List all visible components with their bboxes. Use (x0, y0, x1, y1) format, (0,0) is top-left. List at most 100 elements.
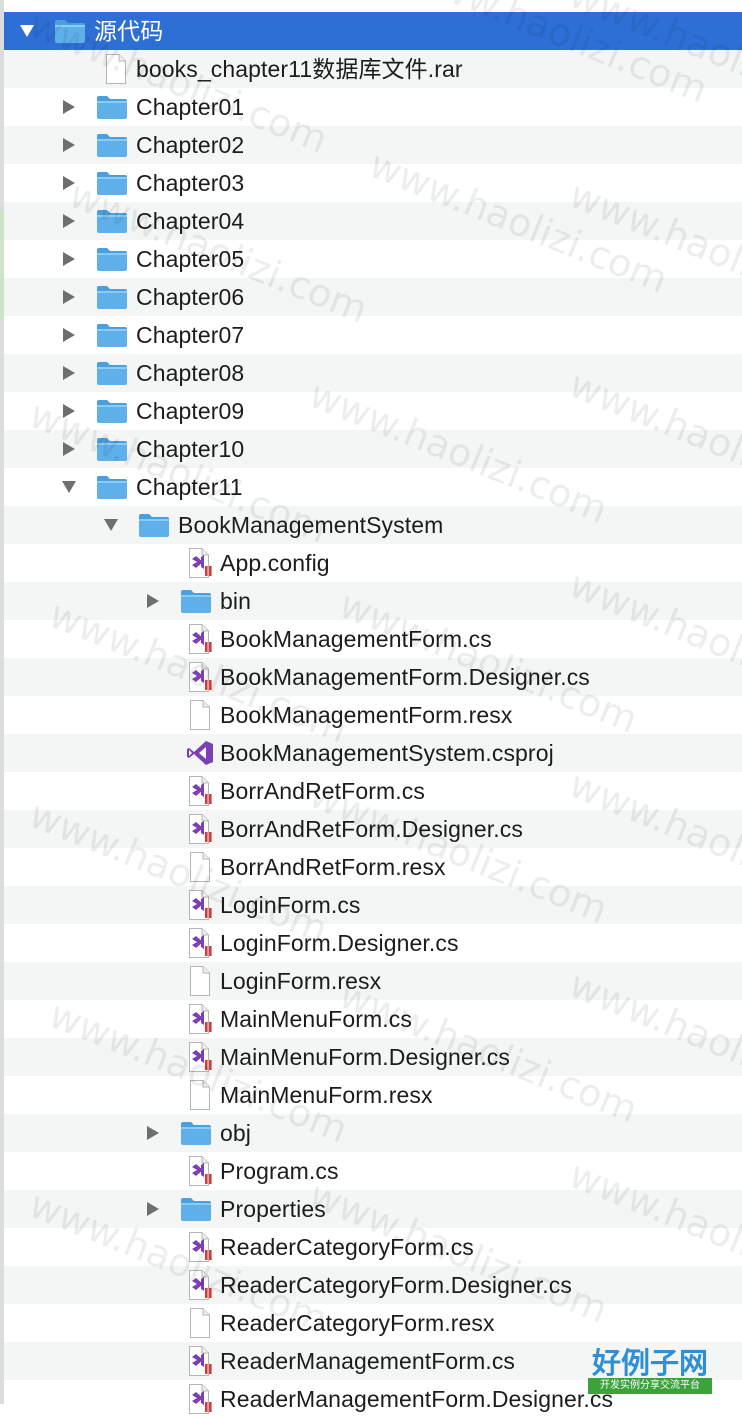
folder-icon (54, 16, 86, 46)
tree-root[interactable]: 源代码 (4, 12, 742, 50)
tree-item[interactable]: Chapter01 (4, 88, 742, 126)
tree-item[interactable]: obj (4, 1114, 742, 1152)
folder-icon (96, 396, 128, 426)
tree-item[interactable]: MainMenuForm.cs (4, 1000, 742, 1038)
folder-icon (180, 1194, 212, 1224)
disclosure-expanded-icon[interactable] (60, 478, 78, 496)
visual-studio-file-icon (184, 1042, 216, 1072)
tree-item[interactable]: BookManagementForm.cs (4, 620, 742, 658)
tree-item[interactable]: LoginForm.Designer.cs (4, 924, 742, 962)
tree-item-label: Chapter05 (136, 246, 245, 272)
tree-item[interactable]: Chapter10 (4, 430, 742, 468)
disclosure-collapsed-icon[interactable] (60, 440, 78, 458)
tree-item[interactable]: MainMenuForm.Designer.cs (4, 1038, 742, 1076)
tree-item[interactable]: Chapter09 (4, 392, 742, 430)
tree-item-label: LoginForm.Designer.cs (220, 930, 459, 956)
tree-item-label: ReaderCategoryForm.resx (220, 1310, 495, 1336)
tree-item[interactable]: Chapter08 (4, 354, 742, 392)
folder-icon (96, 320, 128, 350)
folder-icon (96, 434, 128, 464)
disclosure-collapsed-icon[interactable] (144, 1124, 162, 1142)
tree-item[interactable]: Chapter06 (4, 278, 742, 316)
disclosure-collapsed-icon[interactable] (60, 364, 78, 382)
tree-item[interactable]: ReaderCategoryForm.resx (4, 1304, 742, 1342)
tree-item-label: MainMenuForm.cs (220, 1006, 412, 1032)
visual-studio-file-icon (184, 928, 216, 958)
tree-item[interactable]: BookManagementSystem (4, 506, 742, 544)
tree-item-label: ReaderManagementForm.Designer.cs (220, 1386, 614, 1412)
tree-item-label: LoginForm.cs (220, 892, 361, 918)
disclosure-collapsed-icon[interactable] (60, 174, 78, 192)
tree-item-label: Chapter06 (136, 284, 245, 310)
tree-item-label: Properties (220, 1196, 326, 1222)
tree-item[interactable]: BorrAndRetForm.Designer.cs (4, 810, 742, 848)
logo-title: 好例子网 (591, 1346, 708, 1380)
site-logo: 好例子网 开发实例分享交流平台 (588, 1348, 712, 1394)
tree-item[interactable]: Chapter05 (4, 240, 742, 278)
tree-item-label: Chapter07 (136, 322, 245, 348)
tree-item-label: Program.cs (220, 1158, 339, 1184)
disclosure-expanded-icon[interactable] (102, 516, 120, 534)
disclosure-collapsed-icon[interactable] (60, 288, 78, 306)
tree-item-label: BorrAndRetForm.Designer.cs (220, 816, 523, 842)
disclosure-collapsed-icon[interactable] (60, 212, 78, 230)
disclosure-collapsed-icon[interactable] (144, 592, 162, 610)
tree-item[interactable]: App.config (4, 544, 742, 582)
tree-item-label: BorrAndRetForm.cs (220, 778, 425, 804)
disclosure-collapsed-icon[interactable] (60, 402, 78, 420)
tree-item[interactable]: BookManagementForm.Designer.cs (4, 658, 742, 696)
tree-item-label: BookManagementForm.resx (220, 702, 513, 728)
tree-item-label: Chapter03 (136, 170, 245, 196)
document-icon (184, 966, 216, 996)
folder-icon (180, 586, 212, 616)
tree-item[interactable]: Chapter11 (4, 468, 742, 506)
tree-item[interactable]: Program.cs (4, 1152, 742, 1190)
tree-item-label: BookManagementForm.cs (220, 626, 492, 652)
tree-item[interactable]: BookManagementSystem.csproj (4, 734, 742, 772)
visual-studio-file-icon (184, 776, 216, 806)
folder-icon (96, 130, 128, 160)
folder-icon (96, 168, 128, 198)
tree-item[interactable]: Chapter02 (4, 126, 742, 164)
tree-item-label: MainMenuForm.resx (220, 1082, 433, 1108)
visual-studio-file-icon (184, 1232, 216, 1262)
folder-icon (96, 244, 128, 274)
disclosure-collapsed-icon[interactable] (60, 98, 78, 116)
tree-item[interactable]: Chapter04 (4, 202, 742, 240)
tree-item[interactable]: bin (4, 582, 742, 620)
tree-item[interactable]: LoginForm.resx (4, 962, 742, 1000)
tree-item[interactable]: BorrAndRetForm.resx (4, 848, 742, 886)
tree-item[interactable]: LoginForm.cs (4, 886, 742, 924)
tree-item[interactable]: Properties (4, 1190, 742, 1228)
visual-studio-file-icon (184, 890, 216, 920)
visual-studio-file-icon (184, 1004, 216, 1034)
visual-studio-file-icon (184, 1156, 216, 1186)
folder-icon (96, 472, 128, 502)
tree-item[interactable]: BookManagementForm.resx (4, 696, 742, 734)
tree-item[interactable]: Chapter07 (4, 316, 742, 354)
tree-item-label: Chapter11 (136, 474, 243, 500)
disclosure-collapsed-icon[interactable] (60, 250, 78, 268)
disclosure-collapsed-icon[interactable] (144, 1200, 162, 1218)
tree-item-label: books_chapter11数据库文件.rar (136, 56, 463, 82)
tree-item-label: BookManagementSystem.csproj (220, 740, 554, 766)
tree-item-label: obj (220, 1120, 251, 1146)
tree-item[interactable]: ReaderCategoryForm.cs (4, 1228, 742, 1266)
tree-item-label: Chapter01 (136, 94, 245, 120)
disclosure-collapsed-icon[interactable] (60, 326, 78, 344)
document-icon (184, 700, 216, 730)
folder-icon (180, 1118, 212, 1148)
disclosure-collapsed-icon[interactable] (60, 136, 78, 154)
disclosure-expanded-icon[interactable] (18, 22, 36, 40)
tree-item[interactable]: Chapter03 (4, 164, 742, 202)
tree-item[interactable]: ReaderCategoryForm.Designer.cs (4, 1266, 742, 1304)
tree-item[interactable]: MainMenuForm.resx (4, 1076, 742, 1114)
tree-item-label: Chapter09 (136, 398, 245, 424)
visual-studio-file-icon (184, 548, 216, 578)
tree-item-label: BookManagementSystem (178, 512, 444, 538)
document-icon (184, 852, 216, 882)
tree-item-label: 源代码 (94, 18, 164, 44)
tree-item[interactable]: books_chapter11数据库文件.rar (4, 50, 742, 88)
visual-studio-file-icon (184, 1270, 216, 1300)
tree-item[interactable]: BorrAndRetForm.cs (4, 772, 742, 810)
